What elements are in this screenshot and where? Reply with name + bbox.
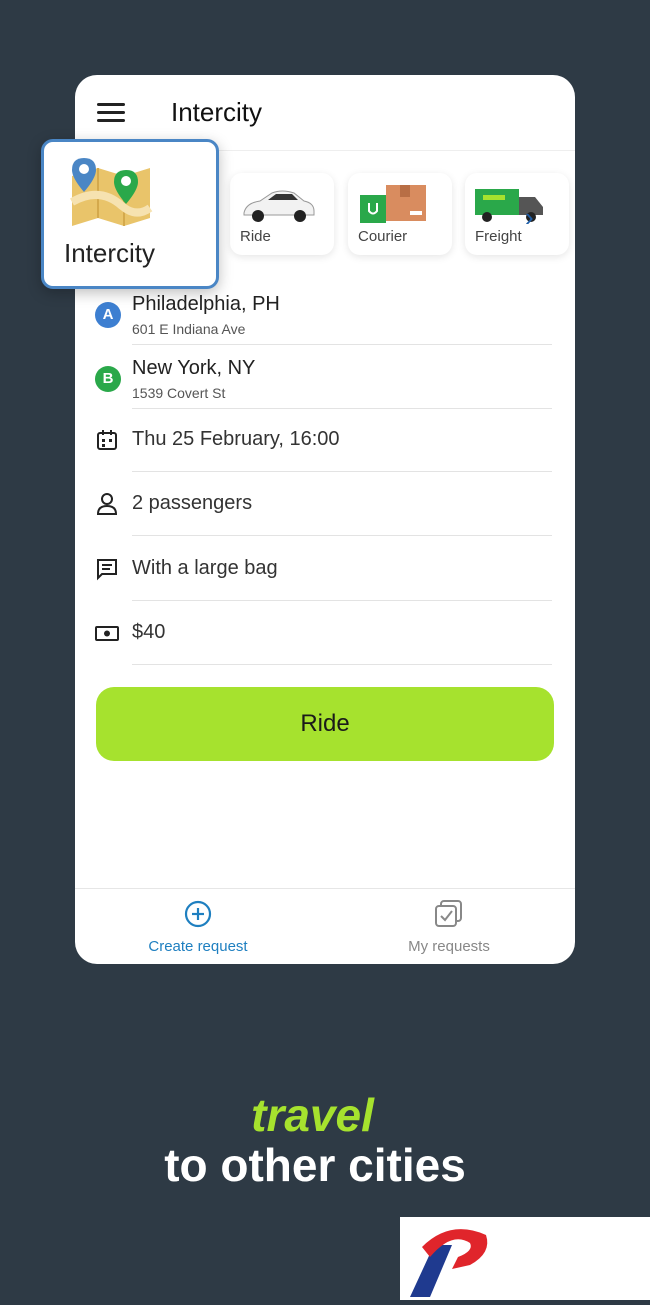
- truck-icon: [475, 189, 543, 222]
- from-street: 601 E Indiana Ave: [132, 321, 246, 337]
- passengers-value: 2 passengers: [132, 492, 253, 514]
- slogan-line-1: travel: [251, 1089, 374, 1141]
- service-ride-label: Ride: [240, 228, 271, 245]
- page-title: Intercity: [171, 97, 263, 127]
- intercity-label: Intercity: [64, 238, 156, 268]
- passengers-field[interactable]: 2 passengers: [75, 472, 575, 536]
- intercity-service-highlight[interactable]: Intercity: [41, 139, 219, 289]
- cash-icon: [95, 626, 119, 641]
- hamburger-menu-icon[interactable]: [97, 103, 125, 123]
- bottom-navigation: Create request My requests: [75, 888, 575, 964]
- requests-icon: [435, 900, 462, 927]
- nav-my-requests-label: My requests: [408, 938, 490, 955]
- map-icon: [70, 158, 153, 226]
- comment-field[interactable]: With a large bag: [75, 537, 575, 601]
- brand-logo: [400, 1217, 650, 1300]
- route-from-field[interactable]: A Philadelphia, PH 601 E Indiana Ave: [75, 281, 575, 345]
- price-value: $40: [132, 621, 166, 643]
- courier-box-icon: [360, 185, 426, 223]
- comment-icon: [97, 559, 117, 581]
- car-icon: [243, 190, 315, 222]
- from-city: Philadelphia, PH: [132, 293, 280, 315]
- datetime-value: Thu 25 February, 16:00: [132, 428, 340, 450]
- service-courier-label: Courier: [358, 228, 408, 245]
- ride-button[interactable]: Ride: [96, 687, 554, 761]
- service-freight[interactable]: Freight: [465, 173, 569, 255]
- service-freight-label: Freight: [475, 228, 522, 245]
- nav-create-request-label: Create request: [148, 938, 248, 955]
- calendar-icon: [97, 430, 117, 450]
- price-field[interactable]: $40: [75, 601, 575, 665]
- nav-create-request[interactable]: Create request: [98, 899, 298, 955]
- service-courier[interactable]: Courier: [348, 173, 452, 255]
- route-to-field[interactable]: B New York, NY 1539 Covert St: [75, 345, 575, 409]
- to-street: 1539 Covert St: [132, 385, 226, 401]
- plus-circle-icon: [184, 900, 212, 928]
- nav-my-requests[interactable]: My requests: [349, 899, 549, 955]
- person-icon: [96, 493, 118, 515]
- logo-icon: [410, 1229, 488, 1297]
- datetime-field[interactable]: Thu 25 February, 16:00: [75, 408, 575, 472]
- slogan-line-2: to other cities: [164, 1139, 466, 1191]
- service-ride[interactable]: Ride: [230, 173, 334, 255]
- point-a-badge: A: [95, 302, 121, 328]
- point-b-badge: B: [95, 366, 121, 392]
- chevron-right-icon[interactable]: ›: [525, 202, 534, 233]
- to-city: New York, NY: [132, 357, 256, 379]
- comment-value: With a large bag: [132, 557, 278, 579]
- divider: [132, 664, 552, 665]
- divider: [132, 535, 552, 536]
